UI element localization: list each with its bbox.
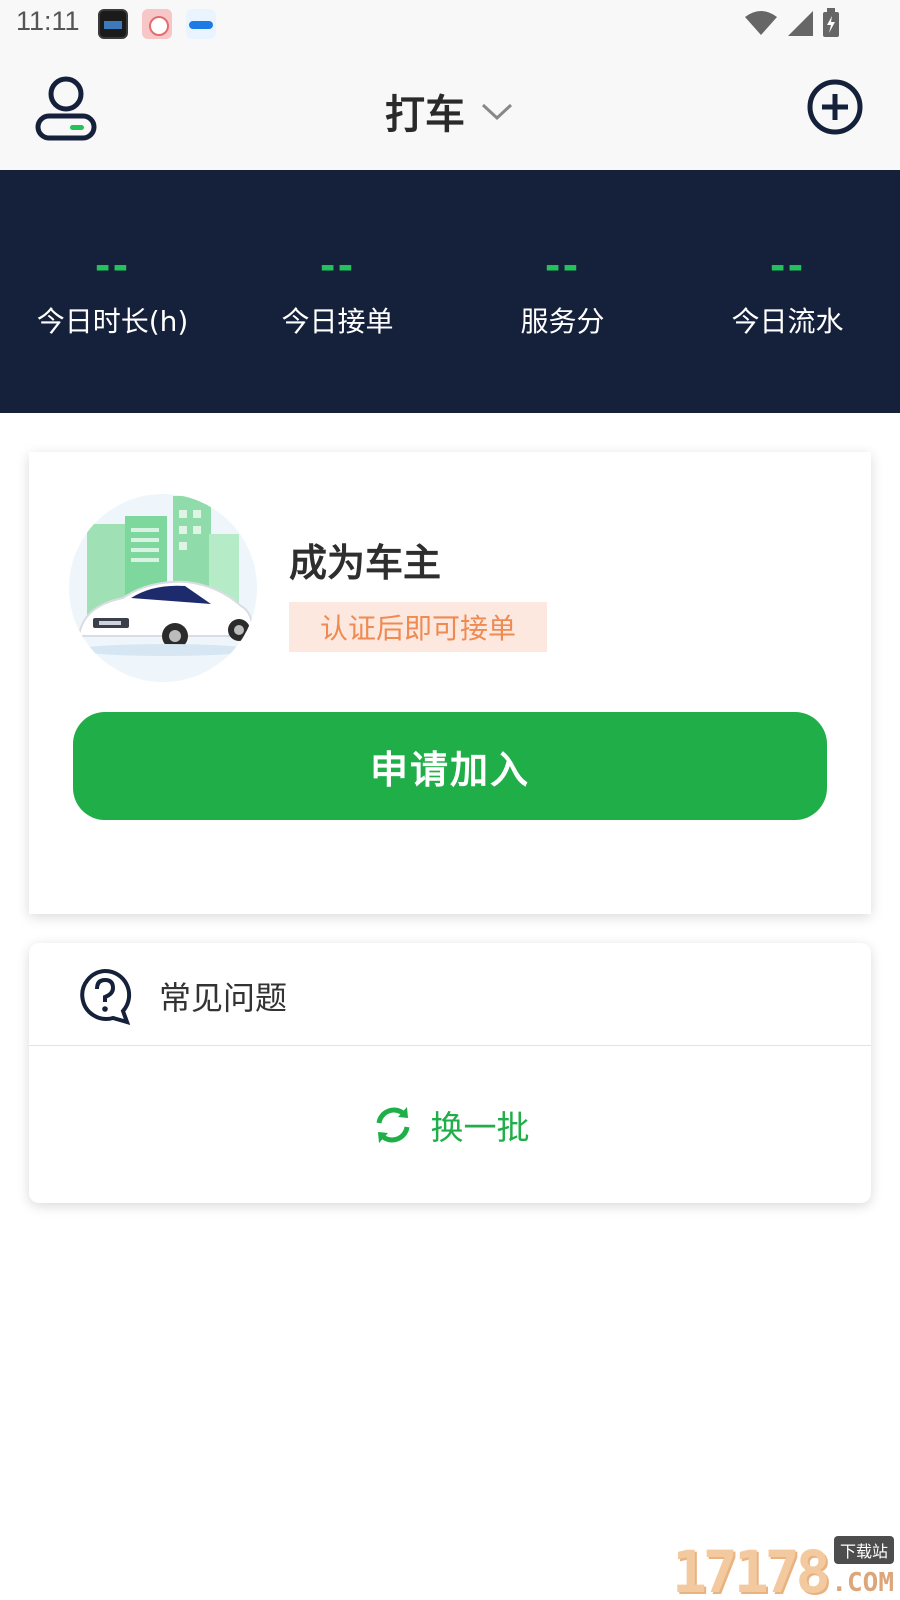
stat-label: 今日时长(h) bbox=[36, 305, 189, 338]
watermark-badge: 下载站 bbox=[833, 1536, 894, 1564]
refresh-batch-button[interactable]: 换一批 bbox=[29, 1101, 871, 1149]
stat-today-orders: -- 今日接单 bbox=[225, 170, 450, 413]
stat-value: -- bbox=[319, 244, 356, 288]
signal-icon bbox=[788, 11, 813, 36]
stat-service-score: -- 服务分 bbox=[450, 170, 675, 413]
chevron-down-icon bbox=[481, 103, 513, 121]
watermark-number: 17178 bbox=[672, 1538, 831, 1600]
stat-value: -- bbox=[94, 244, 131, 288]
stat-value: -- bbox=[769, 244, 806, 288]
title-dropdown[interactable]: 打车 bbox=[0, 82, 900, 140]
site-watermark: 17178 下载站 .COM bbox=[668, 1534, 900, 1600]
stat-today-hours: -- 今日时长(h) bbox=[0, 170, 225, 413]
stat-label: 今日流水 bbox=[731, 305, 844, 338]
stats-banner: -- 今日时长(h) -- 今日接单 -- 服务分 -- 今日流水 bbox=[0, 170, 900, 413]
notification-app-icon bbox=[186, 9, 216, 39]
faq-header: 常见问题 bbox=[29, 943, 871, 1046]
owner-title: 成为车主 bbox=[289, 541, 442, 585]
stat-label: 服务分 bbox=[520, 305, 605, 338]
notification-app-icon bbox=[98, 9, 128, 39]
car-illustration bbox=[69, 494, 257, 682]
refresh-label: 换一批 bbox=[430, 1108, 530, 1147]
stat-value: -- bbox=[544, 244, 581, 288]
add-circle-icon[interactable] bbox=[806, 78, 864, 136]
car-city-image bbox=[77, 496, 253, 656]
apply-join-button[interactable]: 申请加入 bbox=[73, 712, 827, 820]
wifi-icon bbox=[745, 11, 777, 35]
watermark-suffix: .COM bbox=[831, 1568, 894, 1598]
stat-label: 今日接单 bbox=[281, 305, 394, 338]
notification-app-icon bbox=[142, 9, 172, 39]
app-header: 打车 bbox=[0, 50, 900, 170]
become-owner-card: 成为车主 认证后即可接单 申请加入 bbox=[29, 452, 871, 914]
faq-title: 常见问题 bbox=[159, 979, 288, 1017]
stat-today-revenue: -- 今日流水 bbox=[675, 170, 900, 413]
refresh-icon bbox=[376, 1107, 409, 1143]
owner-tag: 认证后即可接单 bbox=[289, 602, 547, 652]
status-indicators bbox=[744, 8, 840, 38]
page-title: 打车 bbox=[385, 92, 465, 138]
battery-charging-icon bbox=[823, 8, 839, 37]
status-time: 11:11 bbox=[16, 6, 80, 36]
faq-card: 常见问题 换一批 bbox=[29, 943, 871, 1203]
question-bubble-icon bbox=[80, 968, 132, 1025]
status-bar: 11:11 bbox=[0, 0, 900, 50]
